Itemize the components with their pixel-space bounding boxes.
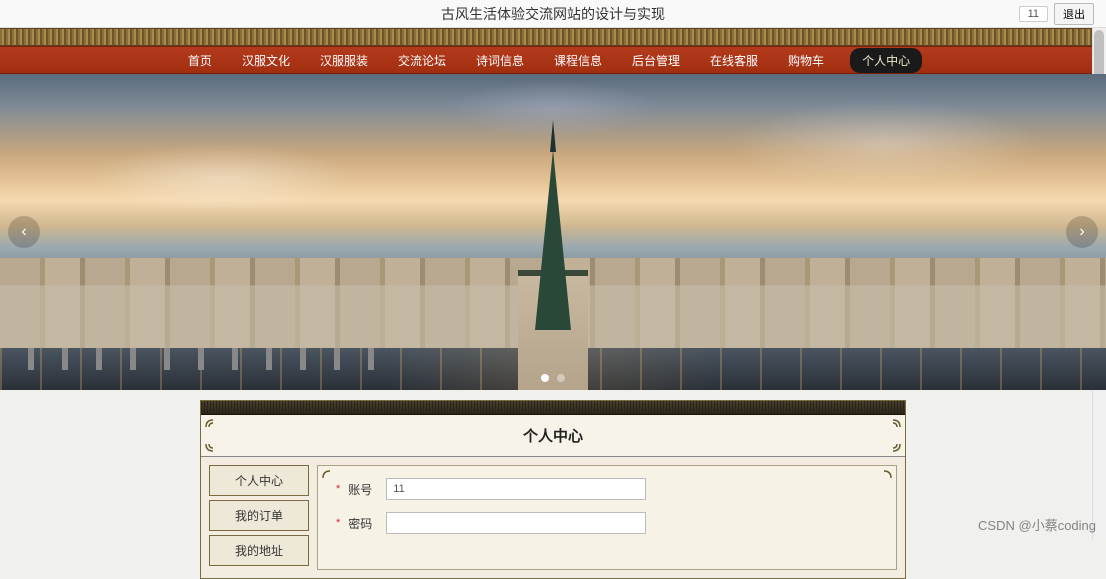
nav-item-2[interactable]: 汉服服装 [316, 48, 372, 73]
logout-button[interactable]: 退出 [1054, 3, 1094, 25]
form-row-password: * 密码 [336, 512, 878, 534]
sidebar-item-1[interactable]: 我的订单 [209, 500, 309, 531]
account-label: 账号 [348, 481, 378, 498]
decorative-pattern-band [0, 28, 1106, 46]
hero-carousel: ‹ › [0, 74, 1106, 390]
carousel-dot-2[interactable] [557, 374, 565, 382]
carousel-dots [541, 374, 565, 382]
nav-item-1[interactable]: 汉服文化 [238, 48, 294, 73]
user-id-display: 11 [1019, 6, 1048, 22]
password-label: 密码 [348, 515, 378, 532]
carousel-next-button[interactable]: › [1066, 216, 1098, 248]
top-right: 11 退出 [1019, 3, 1094, 25]
required-asterisk: * [336, 517, 340, 529]
hero-spire-tip [550, 120, 556, 152]
sidebar-item-0[interactable]: 个人中心 [209, 465, 309, 496]
profile-sidebar: 个人中心我的订单我的地址 [209, 465, 309, 570]
nav-item-3[interactable]: 交流论坛 [394, 48, 450, 73]
corner-bl-icon [205, 434, 223, 452]
form-corner-tr-icon [874, 470, 892, 488]
nav-item-0[interactable]: 首页 [184, 48, 216, 73]
card-top-pattern [201, 401, 905, 415]
nav-item-5[interactable]: 课程信息 [550, 48, 606, 73]
nav-item-7[interactable]: 在线客服 [706, 48, 762, 73]
profile-card: 个人中心 个人中心我的订单我的地址 * 账号 * 密码 [200, 400, 906, 579]
watermark-text: CSDN @小蔡coding [978, 515, 1096, 534]
carousel-prev-button[interactable]: ‹ [8, 216, 40, 248]
content-area: 个人中心 个人中心我的订单我的地址 * 账号 * 密码 [0, 390, 1106, 579]
panel-title: 个人中心 [201, 415, 905, 457]
hero-spire [535, 150, 571, 330]
carousel-dot-1[interactable] [541, 374, 549, 382]
profile-form: * 账号 * 密码 [317, 465, 897, 570]
panel-title-text: 个人中心 [523, 428, 583, 445]
corner-br-icon [883, 434, 901, 452]
nav-item-4[interactable]: 诗词信息 [472, 48, 528, 73]
top-bar: 古风生活体验交流网站的设计与实现 11 退出 [0, 0, 1106, 28]
main-nav: 首页汉服文化汉服服装交流论坛诗词信息课程信息后台管理在线客服购物车个人中心 [0, 46, 1106, 74]
panel-body: 个人中心我的订单我的地址 * 账号 * 密码 [201, 457, 905, 578]
account-input[interactable] [386, 478, 646, 500]
form-corner-tl-icon [322, 470, 340, 488]
nav-item-9[interactable]: 个人中心 [850, 48, 922, 73]
form-row-account: * 账号 [336, 478, 878, 500]
nav-item-6[interactable]: 后台管理 [628, 48, 684, 73]
page-title: 古风生活体验交流网站的设计与实现 [441, 4, 665, 24]
nav-item-8[interactable]: 购物车 [784, 48, 828, 73]
password-input[interactable] [386, 512, 646, 534]
